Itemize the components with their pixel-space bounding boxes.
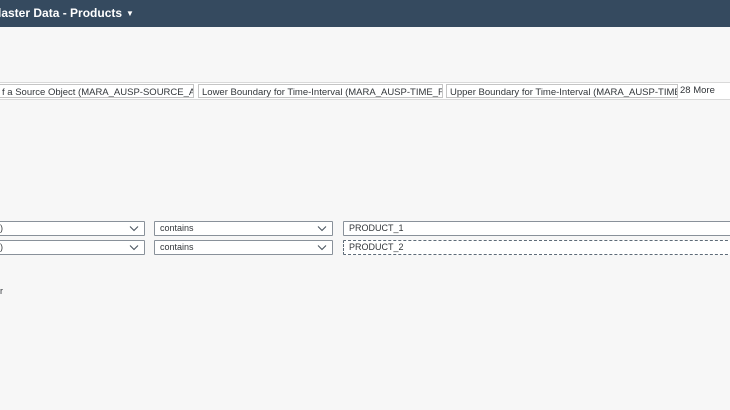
token-label: f a Source Object (MARA_AUSP-SOURCE_ATIN…	[2, 87, 194, 98]
condition-1-value: PRODUCT_1	[349, 223, 404, 233]
shell-bar: laster Data - Products ▼	[0, 0, 730, 27]
truncated-label: r	[0, 286, 3, 296]
selected-fields-tokenizer[interactable]: f a Source Object (MARA_AUSP-SOURCE_ATIN…	[0, 82, 730, 100]
condition-1-field-select[interactable]: )	[0, 221, 145, 236]
more-tokens-link[interactable]: 28 More	[680, 84, 715, 98]
chevron-down-icon	[129, 245, 139, 251]
token-source-object[interactable]: f a Source Object (MARA_AUSP-SOURCE_ATIN…	[0, 84, 194, 98]
token-label: Lower Boundary for Time-Interval (MARA_A…	[202, 87, 443, 98]
chevron-down-icon	[129, 226, 139, 232]
condition-1-value-input[interactable]: PRODUCT_1	[343, 221, 730, 236]
caret-down-icon: ▼	[126, 9, 134, 18]
token-label: Upper Boundary for Time-Interval (MARA_A…	[450, 87, 678, 98]
condition-1-field-value: )	[0, 223, 3, 233]
app-title-menu[interactable]: laster Data - Products ▼	[0, 0, 134, 27]
condition-2-value: PRODUCT_2	[349, 242, 404, 252]
chevron-down-icon	[317, 245, 327, 251]
token-time-from[interactable]: Lower Boundary for Time-Interval (MARA_A…	[198, 84, 443, 98]
condition-2-operator: contains	[160, 242, 194, 252]
app-title: laster Data - Products	[0, 6, 123, 20]
condition-2-value-input[interactable]: PRODUCT_2	[343, 240, 730, 255]
condition-2-operator-select[interactable]: contains	[154, 240, 333, 255]
token-time-to[interactable]: Upper Boundary for Time-Interval (MARA_A…	[446, 84, 678, 98]
chevron-down-icon	[317, 226, 327, 232]
condition-2-field-value: )	[0, 242, 3, 252]
condition-1-operator: contains	[160, 223, 194, 233]
condition-1-operator-select[interactable]: contains	[154, 221, 333, 236]
condition-2-field-select[interactable]: )	[0, 240, 145, 255]
